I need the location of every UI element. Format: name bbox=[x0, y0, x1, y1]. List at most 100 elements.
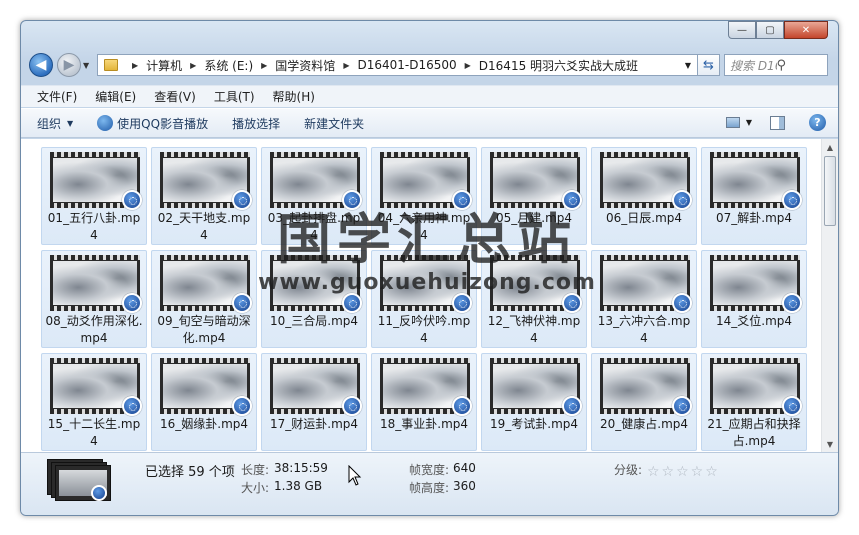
file-name: 04_六亲用神.mp4 bbox=[377, 211, 471, 242]
menu-tools[interactable]: 工具(T) bbox=[214, 88, 255, 105]
search-placeholder: 搜索 D164... bbox=[730, 58, 777, 73]
recent-pages-dropdown[interactable]: ▼ bbox=[83, 61, 93, 70]
address-bar[interactable]: ▶ 计算机 ▶ 系统 (E:) ▶ 国学资料馆 ▶ D16401-D16500 … bbox=[97, 54, 698, 76]
scroll-down-icon[interactable]: ▼ bbox=[822, 436, 838, 452]
explorer-window: — ▢ ✕ ◀ ▶ ▼ ▶ 计算机 ▶ 系统 (E:) ▶ 国学资料馆 ▶ D1… bbox=[20, 20, 839, 516]
rating-stars[interactable]: ☆☆☆☆☆ bbox=[647, 464, 720, 480]
file-name: 16_姻缘卦.mp4 bbox=[159, 417, 249, 431]
qq-player-icon bbox=[342, 190, 362, 210]
chevron-right-icon[interactable]: ▶ bbox=[190, 61, 196, 70]
file-item[interactable]: 08_动爻作用深化.mp4 bbox=[41, 250, 147, 348]
back-button[interactable]: ◀ bbox=[29, 53, 53, 77]
file-name: 15_十二长生.mp4 bbox=[47, 417, 141, 448]
vertical-scrollbar[interactable]: ▲ ▼ bbox=[821, 139, 838, 452]
file-item[interactable]: 06_日辰.mp4 bbox=[591, 147, 697, 245]
file-item[interactable]: 05_月建.mp4 bbox=[481, 147, 587, 245]
file-name: 08_动爻作用深化.mp4 bbox=[45, 314, 143, 345]
length-label: 长度: bbox=[241, 463, 270, 477]
file-name: 09_旬空与暗动深化.mp4 bbox=[157, 314, 251, 345]
view-icon[interactable] bbox=[725, 117, 740, 128]
close-button[interactable]: ✕ bbox=[784, 21, 828, 39]
qq-player-icon bbox=[782, 293, 802, 313]
frame-height-label: 帧高度: bbox=[409, 481, 450, 495]
file-name: 03_起卦排盘.mp4 bbox=[267, 211, 361, 242]
size-label: 大小: bbox=[241, 481, 270, 495]
file-item[interactable]: 18_事业卦.mp4 bbox=[371, 353, 477, 451]
qq-player-icon bbox=[452, 293, 472, 313]
breadcrumb-computer[interactable]: 计算机 bbox=[146, 57, 182, 74]
length-value: 38:15:59 bbox=[274, 461, 328, 475]
window-controls: — ▢ ✕ bbox=[728, 21, 828, 39]
file-item[interactable]: 15_十二长生.mp4 bbox=[41, 353, 147, 451]
navigation-bar: ◀ ▶ ▼ ▶ 计算机 ▶ 系统 (E:) ▶ 国学资料馆 ▶ D16401-D… bbox=[29, 51, 828, 79]
breadcrumb-library[interactable]: 国学资料馆 bbox=[275, 57, 335, 74]
organize-button[interactable]: 组织 ▼ bbox=[37, 115, 73, 132]
file-item[interactable]: 07_解卦.mp4 bbox=[701, 147, 807, 245]
forward-button[interactable]: ▶ bbox=[57, 53, 81, 77]
help-icon[interactable]: ? bbox=[809, 114, 826, 131]
file-item[interactable]: 10_三合局.mp4 bbox=[261, 250, 367, 348]
file-item[interactable]: 03_起卦排盘.mp4 bbox=[261, 147, 367, 245]
details-pane: 已选择 59 个项 长度: 38:15:59 大小: 1.38 GB 帧宽度: … bbox=[21, 452, 838, 515]
qq-player-icon bbox=[232, 293, 252, 313]
view-controls: ▼ ? bbox=[725, 114, 826, 131]
qq-player-icon bbox=[452, 190, 472, 210]
menu-edit[interactable]: 编辑(E) bbox=[95, 88, 136, 105]
file-item[interactable]: 11_反吟伏吟.mp4 bbox=[371, 250, 477, 348]
file-item[interactable]: 20_健康占.mp4 bbox=[591, 353, 697, 451]
file-item[interactable]: 14_爻位.mp4 bbox=[701, 250, 807, 348]
file-item[interactable]: 13_六冲六合.mp4 bbox=[591, 250, 697, 348]
breadcrumb-current[interactable]: D16415 明羽六爻实战大成班 bbox=[479, 57, 638, 74]
preview-pane-icon[interactable] bbox=[770, 115, 785, 130]
new-folder-button[interactable]: 新建文件夹 bbox=[304, 115, 364, 132]
file-item[interactable]: 16_姻缘卦.mp4 bbox=[151, 353, 257, 451]
file-item[interactable]: 21_应期占和抉择占.mp4 bbox=[701, 353, 807, 451]
qq-player-icon bbox=[342, 293, 362, 313]
file-item[interactable]: 09_旬空与暗动深化.mp4 bbox=[151, 250, 257, 348]
qq-player-icon bbox=[672, 293, 692, 313]
play-selection-button[interactable]: 播放选择 bbox=[232, 115, 280, 132]
file-name: 05_月建.mp4 bbox=[495, 211, 573, 225]
chevron-right-icon[interactable]: ▶ bbox=[343, 61, 349, 70]
chevron-down-icon[interactable]: ▼ bbox=[746, 118, 752, 127]
menu-help[interactable]: 帮助(H) bbox=[273, 88, 315, 105]
file-item[interactable]: 04_六亲用神.mp4 bbox=[371, 147, 477, 245]
chevron-down-icon[interactable]: ▼ bbox=[685, 61, 691, 70]
menu-file[interactable]: 文件(F) bbox=[37, 88, 77, 105]
menu-bar: 文件(F) 编辑(E) 查看(V) 工具(T) 帮助(H) bbox=[21, 85, 838, 107]
chevron-right-icon[interactable]: ▶ bbox=[465, 61, 471, 70]
folder-icon bbox=[104, 59, 118, 71]
file-view: 01_五行八卦.mp4 02_天干地支.mp4 03_起卦排盘.mp4 04_六亲用神… bbox=[21, 139, 838, 452]
maximize-button[interactable]: ▢ bbox=[756, 21, 784, 39]
selection-thumbnail bbox=[47, 459, 113, 503]
file-name: 18_事业卦.mp4 bbox=[379, 417, 469, 431]
search-icon: ⚲ bbox=[776, 57, 787, 73]
refresh-button[interactable]: ⇆ bbox=[698, 54, 720, 76]
chevron-right-icon: ▶ bbox=[132, 60, 139, 70]
file-item[interactable]: 02_天干地支.mp4 bbox=[151, 147, 257, 245]
breadcrumb-range[interactable]: D16401-D16500 bbox=[357, 58, 456, 72]
file-item[interactable]: 01_五行八卦.mp4 bbox=[41, 147, 147, 245]
file-item[interactable]: 17_财运卦.mp4 bbox=[261, 353, 367, 451]
file-name: 01_五行八卦.mp4 bbox=[47, 211, 141, 242]
chevron-right-icon[interactable]: ▶ bbox=[261, 61, 267, 70]
file-name: 10_三合局.mp4 bbox=[269, 314, 359, 328]
breadcrumb: ▶ 计算机 ▶ 系统 (E:) ▶ 国学资料馆 ▶ D16401-D16500 … bbox=[124, 57, 638, 74]
organize-label: 组织 bbox=[37, 116, 62, 131]
scrollbar-thumb[interactable] bbox=[824, 156, 836, 226]
menu-view[interactable]: 查看(V) bbox=[154, 88, 196, 105]
qq-player-icon bbox=[342, 396, 362, 416]
qq-play-button[interactable]: 使用QQ影音播放 bbox=[97, 115, 208, 132]
file-item[interactable]: 19_考试卦.mp4 bbox=[481, 353, 587, 451]
file-name: 20_健康占.mp4 bbox=[599, 417, 689, 431]
scroll-up-icon[interactable]: ▲ bbox=[822, 139, 838, 155]
file-name: 14_爻位.mp4 bbox=[715, 314, 793, 328]
frame-width-value: 640 bbox=[453, 461, 476, 475]
rating-label: 分级: bbox=[614, 463, 643, 477]
file-item[interactable]: 12_飞神伏神.mp4 bbox=[481, 250, 587, 348]
search-input[interactable]: 搜索 D164... ⚲ bbox=[724, 54, 828, 76]
breadcrumb-drive[interactable]: 系统 (E:) bbox=[204, 57, 253, 74]
file-name: 21_应期占和抉择占.mp4 bbox=[707, 417, 801, 448]
minimize-button[interactable]: — bbox=[728, 21, 756, 39]
selected-count: 已选择 59 个项 bbox=[145, 465, 235, 480]
